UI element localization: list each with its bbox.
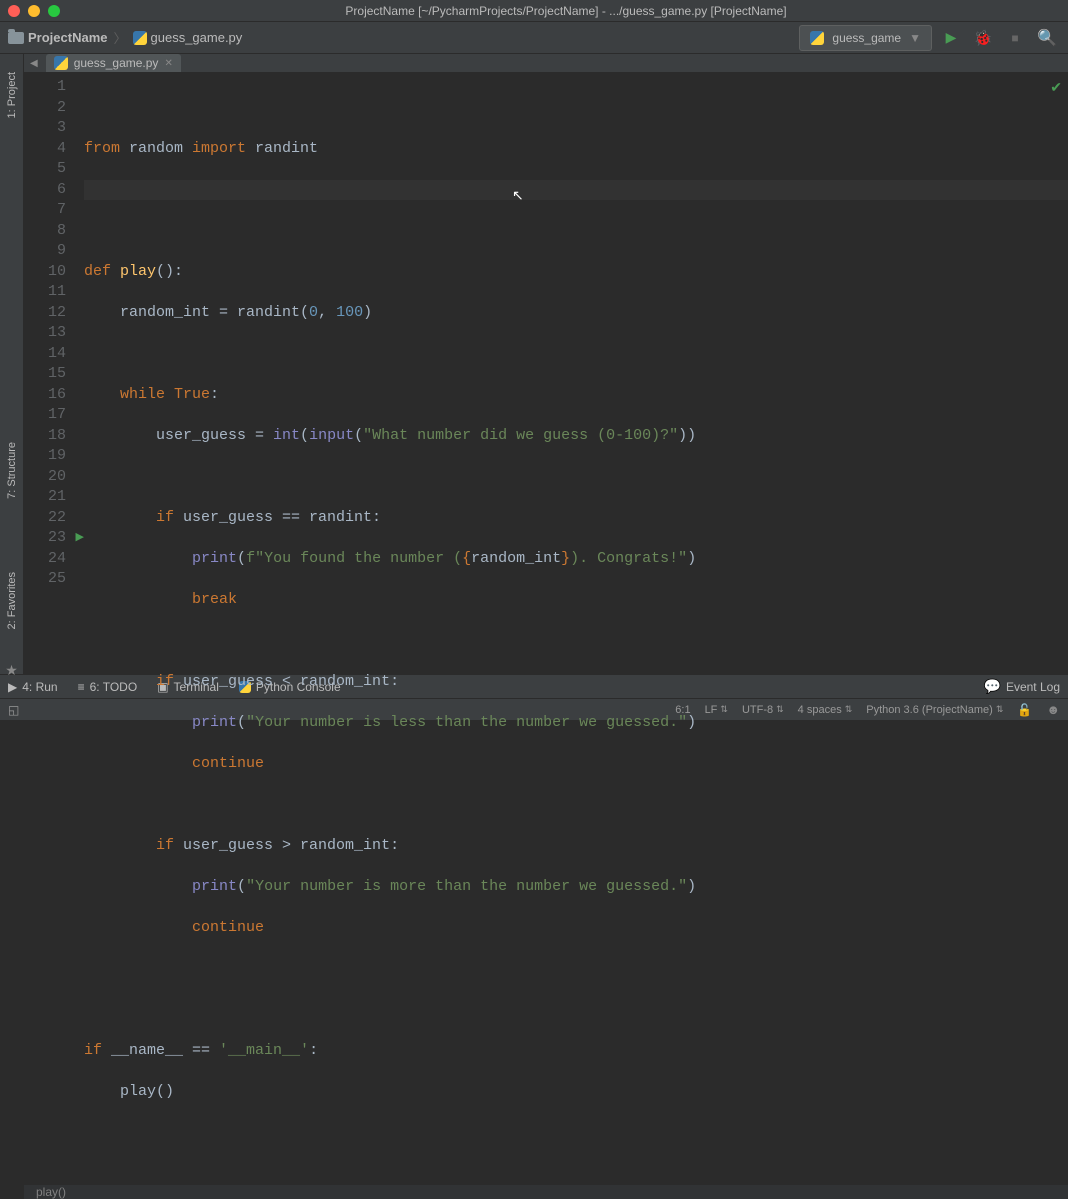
breadcrumb: ProjectName 〉 guess_game.py	[8, 28, 242, 47]
editor[interactable]: ✔ 1234 5678 9101112 13141516 17181920 21…	[24, 73, 1068, 1184]
editor-breadcrumb-label[interactable]: play()	[36, 1185, 66, 1199]
sidebar-tab-structure[interactable]: 7: Structure	[6, 434, 18, 507]
editor-breadcrumb-footer: play()	[24, 1184, 1068, 1199]
run-config-selector[interactable]: guess_game ▼	[799, 25, 932, 51]
current-line-highlight	[84, 180, 1068, 201]
breadcrumb-project[interactable]: ProjectName	[8, 30, 107, 45]
left-tool-stripe: 1: Project 7: Structure 2: Favorites ★	[0, 54, 24, 674]
editor-tab-label: guess_game.py	[74, 56, 159, 70]
python-file-icon	[133, 31, 147, 45]
python-file-icon	[810, 31, 824, 45]
breadcrumb-file-label: guess_game.py	[151, 30, 243, 45]
run-config-label: guess_game	[832, 31, 901, 45]
search-everywhere-button[interactable]: 🔍	[1034, 25, 1060, 51]
python-file-icon	[54, 56, 68, 70]
bug-icon: 🐞	[974, 29, 993, 47]
breadcrumb-separator-icon: 〉	[113, 28, 126, 47]
back-icon[interactable]: ◀	[30, 58, 38, 69]
window-titlebar: ProjectName [~/PycharmProjects/ProjectNa…	[0, 0, 1068, 22]
maximize-icon[interactable]	[48, 5, 60, 17]
code-content[interactable]: ↖ from random import randint def play():…	[84, 77, 1068, 1184]
sidebar-tab-favorites[interactable]: 2: Favorites	[6, 564, 18, 637]
play-icon: ▶	[946, 29, 957, 46]
stop-icon: ■	[1011, 31, 1018, 45]
sidebar-star-icon[interactable]: ★	[5, 654, 18, 687]
editor-tab[interactable]: guess_game.py ✕	[46, 54, 181, 72]
minimize-icon[interactable]	[28, 5, 40, 17]
chevron-down-icon: ▼	[909, 31, 921, 45]
line-number-gutter[interactable]: 1234 5678 9101112 13141516 17181920 2122…	[24, 77, 84, 1184]
editor-tabs-bar: ◀ guess_game.py ✕	[24, 54, 1068, 73]
tool-windows-icon[interactable]: ◱	[8, 703, 19, 717]
sidebar-tab-project[interactable]: 1: Project	[6, 64, 18, 126]
toolbar: ProjectName 〉 guess_game.py guess_game ▼…	[0, 22, 1068, 54]
window-title: ProjectName [~/PycharmProjects/ProjectNa…	[72, 4, 1060, 18]
breadcrumb-project-label: ProjectName	[28, 30, 107, 45]
run-gutter-icon[interactable]: ▶	[76, 528, 84, 549]
breadcrumb-file[interactable]: guess_game.py	[133, 30, 243, 45]
search-icon: 🔍	[1037, 28, 1057, 48]
debug-button[interactable]: 🐞	[970, 25, 996, 51]
close-icon[interactable]	[8, 5, 20, 17]
run-button[interactable]: ▶	[938, 25, 964, 51]
stop-button[interactable]: ■	[1002, 25, 1028, 51]
folder-icon	[8, 32, 24, 44]
close-tab-icon[interactable]: ✕	[164, 58, 172, 69]
